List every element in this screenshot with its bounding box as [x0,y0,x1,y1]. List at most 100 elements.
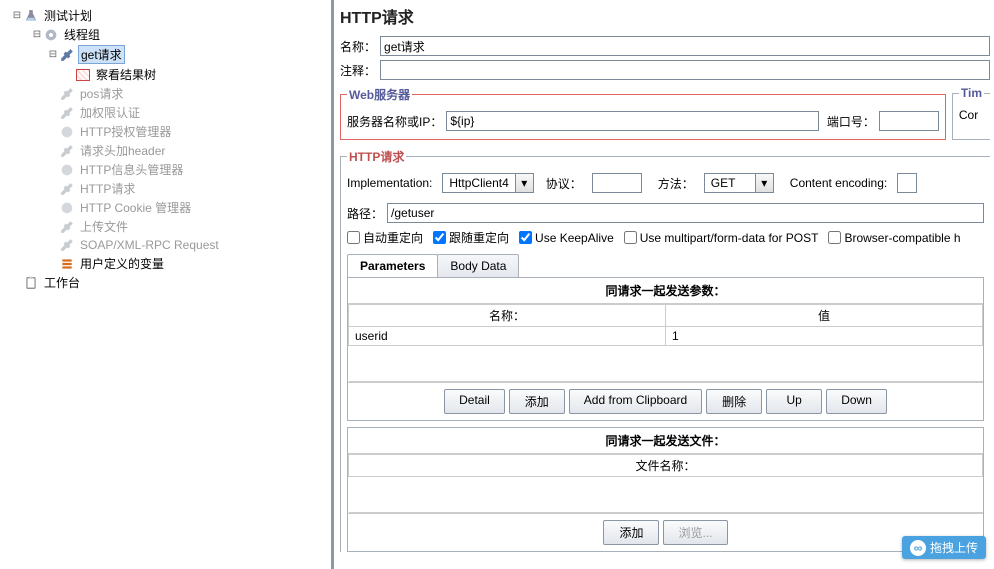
browser-compat-checkbox[interactable]: Browser-compatible h [828,231,960,245]
tree-label: 线程组 [62,26,102,43]
tab-body-data[interactable]: Body Data [437,254,519,277]
options-row: 自动重定向 跟随重定向 Use KeepAlive Use multipart/… [347,225,984,250]
tree-http-header-mgr[interactable]: HTTP信息头管理器 [0,160,331,179]
pipette-icon [58,143,76,159]
tree-label: 加权限认证 [78,104,142,121]
tree-http-cookie[interactable]: HTTP Cookie 管理器 [0,198,331,217]
gear-icon [58,124,76,140]
params-buttons: Detail 添加 Add from Clipboard 删除 Up Down [348,382,983,420]
tree-label: 察看结果树 [94,66,158,83]
files-header: 同请求一起发送文件： [348,428,983,454]
path-label: 路径： [347,205,387,222]
path-input[interactable] [387,203,984,223]
detail-button[interactable]: Detail [444,389,505,414]
gear-icon [42,27,60,43]
add-file-button[interactable]: 添加 [603,520,659,545]
comment-label: 注释： [340,62,380,79]
cloud-icon: ∞ [910,540,926,556]
name-input[interactable] [380,36,990,56]
web-server-fieldset: Web服务器 服务器名称或IP： 端口号： [340,86,946,140]
files-table: 文件名称： [348,454,983,513]
panel-title: HTTP请求 [340,2,990,34]
impl-label: Implementation: [347,176,436,190]
tree-user-vars[interactable]: 用户定义的变量 [0,254,331,273]
gear-icon [58,200,76,216]
tree-view-results[interactable]: 察看结果树 [0,65,331,84]
collapse-icon[interactable]: ⊟ [12,10,22,21]
params-header: 同请求一起发送参数： [348,278,983,304]
connect-label: Cor [959,108,978,122]
timeout-legend: Tim [959,86,984,100]
tree-label: 上传文件 [78,218,130,235]
delete-button[interactable]: 删除 [706,389,762,414]
keepalive-checkbox[interactable]: Use KeepAlive [519,231,614,245]
params-box: 同请求一起发送参数： 名称： 值 userid 1 Detail 添加 Add … [347,277,984,421]
pipette-icon [58,181,76,197]
method-label: 方法： [658,175,698,192]
col-value: 值 [666,305,983,327]
method-select[interactable]: GET ▾ [704,173,774,193]
collapse-icon[interactable]: ⊟ [32,29,42,40]
up-button[interactable]: Up [766,389,822,414]
clipboard-button[interactable]: Add from Clipboard [569,389,702,414]
files-buttons: 添加 浏览... [348,513,983,551]
tree-label: SOAP/XML-RPC Request [78,238,221,252]
port-input[interactable] [879,111,939,131]
tree-http-request[interactable]: HTTP请求 [0,179,331,198]
enc-label: Content encoding: [790,176,891,190]
col-name: 名称： [349,305,666,327]
tree-label: 测试计划 [42,7,94,24]
comment-input[interactable] [380,60,990,80]
tree-test-plan[interactable]: ⊟ 测试计划 [0,6,331,25]
results-icon [74,67,92,83]
detail-panel: HTTP请求 名称： 注释： Web服务器 服务器名称或IP： 端口号： Tim… [334,0,994,569]
drag-upload-tag[interactable]: ∞ 拖拽上传 [902,536,986,559]
browse-button[interactable]: 浏览... [663,520,727,545]
timeout-fieldset: Tim Cor [952,86,990,140]
tree-label: HTTP Cookie 管理器 [78,199,193,216]
pipette-icon [58,105,76,121]
impl-select[interactable]: HttpClient4 ▾ [442,173,533,193]
tree-soap-xml[interactable]: SOAP/XML-RPC Request [0,236,331,254]
cell-name[interactable]: userid [349,327,666,346]
pipette-icon [58,86,76,102]
collapse-icon[interactable]: ⊟ [48,49,58,60]
tree-panel: ⊟ 测试计划 ⊟ 线程组 ⊟ get请求 察看结果树 pos请求 加权限认证 H… [0,0,334,569]
tree-pos-request[interactable]: pos请求 [0,84,331,103]
files-box: 同请求一起发送文件： 文件名称： 添加 浏览... [347,427,984,552]
http-request-legend: HTTP请求 [347,148,406,165]
tree-header-add[interactable]: 请求头加header [0,141,331,160]
tree-label: 请求头加header [78,142,167,159]
proto-label: 协议： [546,175,586,192]
server-input[interactable] [446,111,819,131]
tree-upload[interactable]: 上传文件 [0,217,331,236]
add-button[interactable]: 添加 [509,389,565,414]
proto-input[interactable] [592,173,642,193]
tree-auth-weighted[interactable]: 加权限认证 [0,103,331,122]
tree-get-request[interactable]: ⊟ get请求 [0,44,331,65]
tree-workbench[interactable]: 工作台 [0,273,331,292]
comment-row: 注释： [340,58,990,82]
down-button[interactable]: Down [826,389,887,414]
server-label: 服务器名称或IP： [347,113,446,130]
auto-redirect-checkbox[interactable]: 自动重定向 [347,229,423,246]
follow-redirect-checkbox[interactable]: 跟随重定向 [433,229,509,246]
name-row: 名称： [340,34,990,58]
tree-label: 用户定义的变量 [78,255,166,272]
tree-label: HTTP请求 [78,180,137,197]
tree-http-auth-mgr[interactable]: HTTP授权管理器 [0,122,331,141]
enc-input[interactable] [897,173,917,193]
pipette-icon [58,47,76,63]
flask-icon [22,8,40,24]
table-row[interactable]: userid 1 [349,327,983,346]
tree-label: pos请求 [78,85,125,102]
tree-thread-group[interactable]: ⊟ 线程组 [0,25,331,44]
web-server-legend: Web服务器 [347,86,412,103]
chevron-down-icon: ▾ [515,174,533,192]
tab-parameters[interactable]: Parameters [347,254,438,277]
http-request-fieldset: HTTP请求 Implementation: HttpClient4 ▾ 协议：… [340,148,990,552]
tree-label: HTTP信息头管理器 [78,161,185,178]
tree-label: HTTP授权管理器 [78,123,173,140]
cell-value[interactable]: 1 [666,327,983,346]
multipart-checkbox[interactable]: Use multipart/form-data for POST [624,231,819,245]
